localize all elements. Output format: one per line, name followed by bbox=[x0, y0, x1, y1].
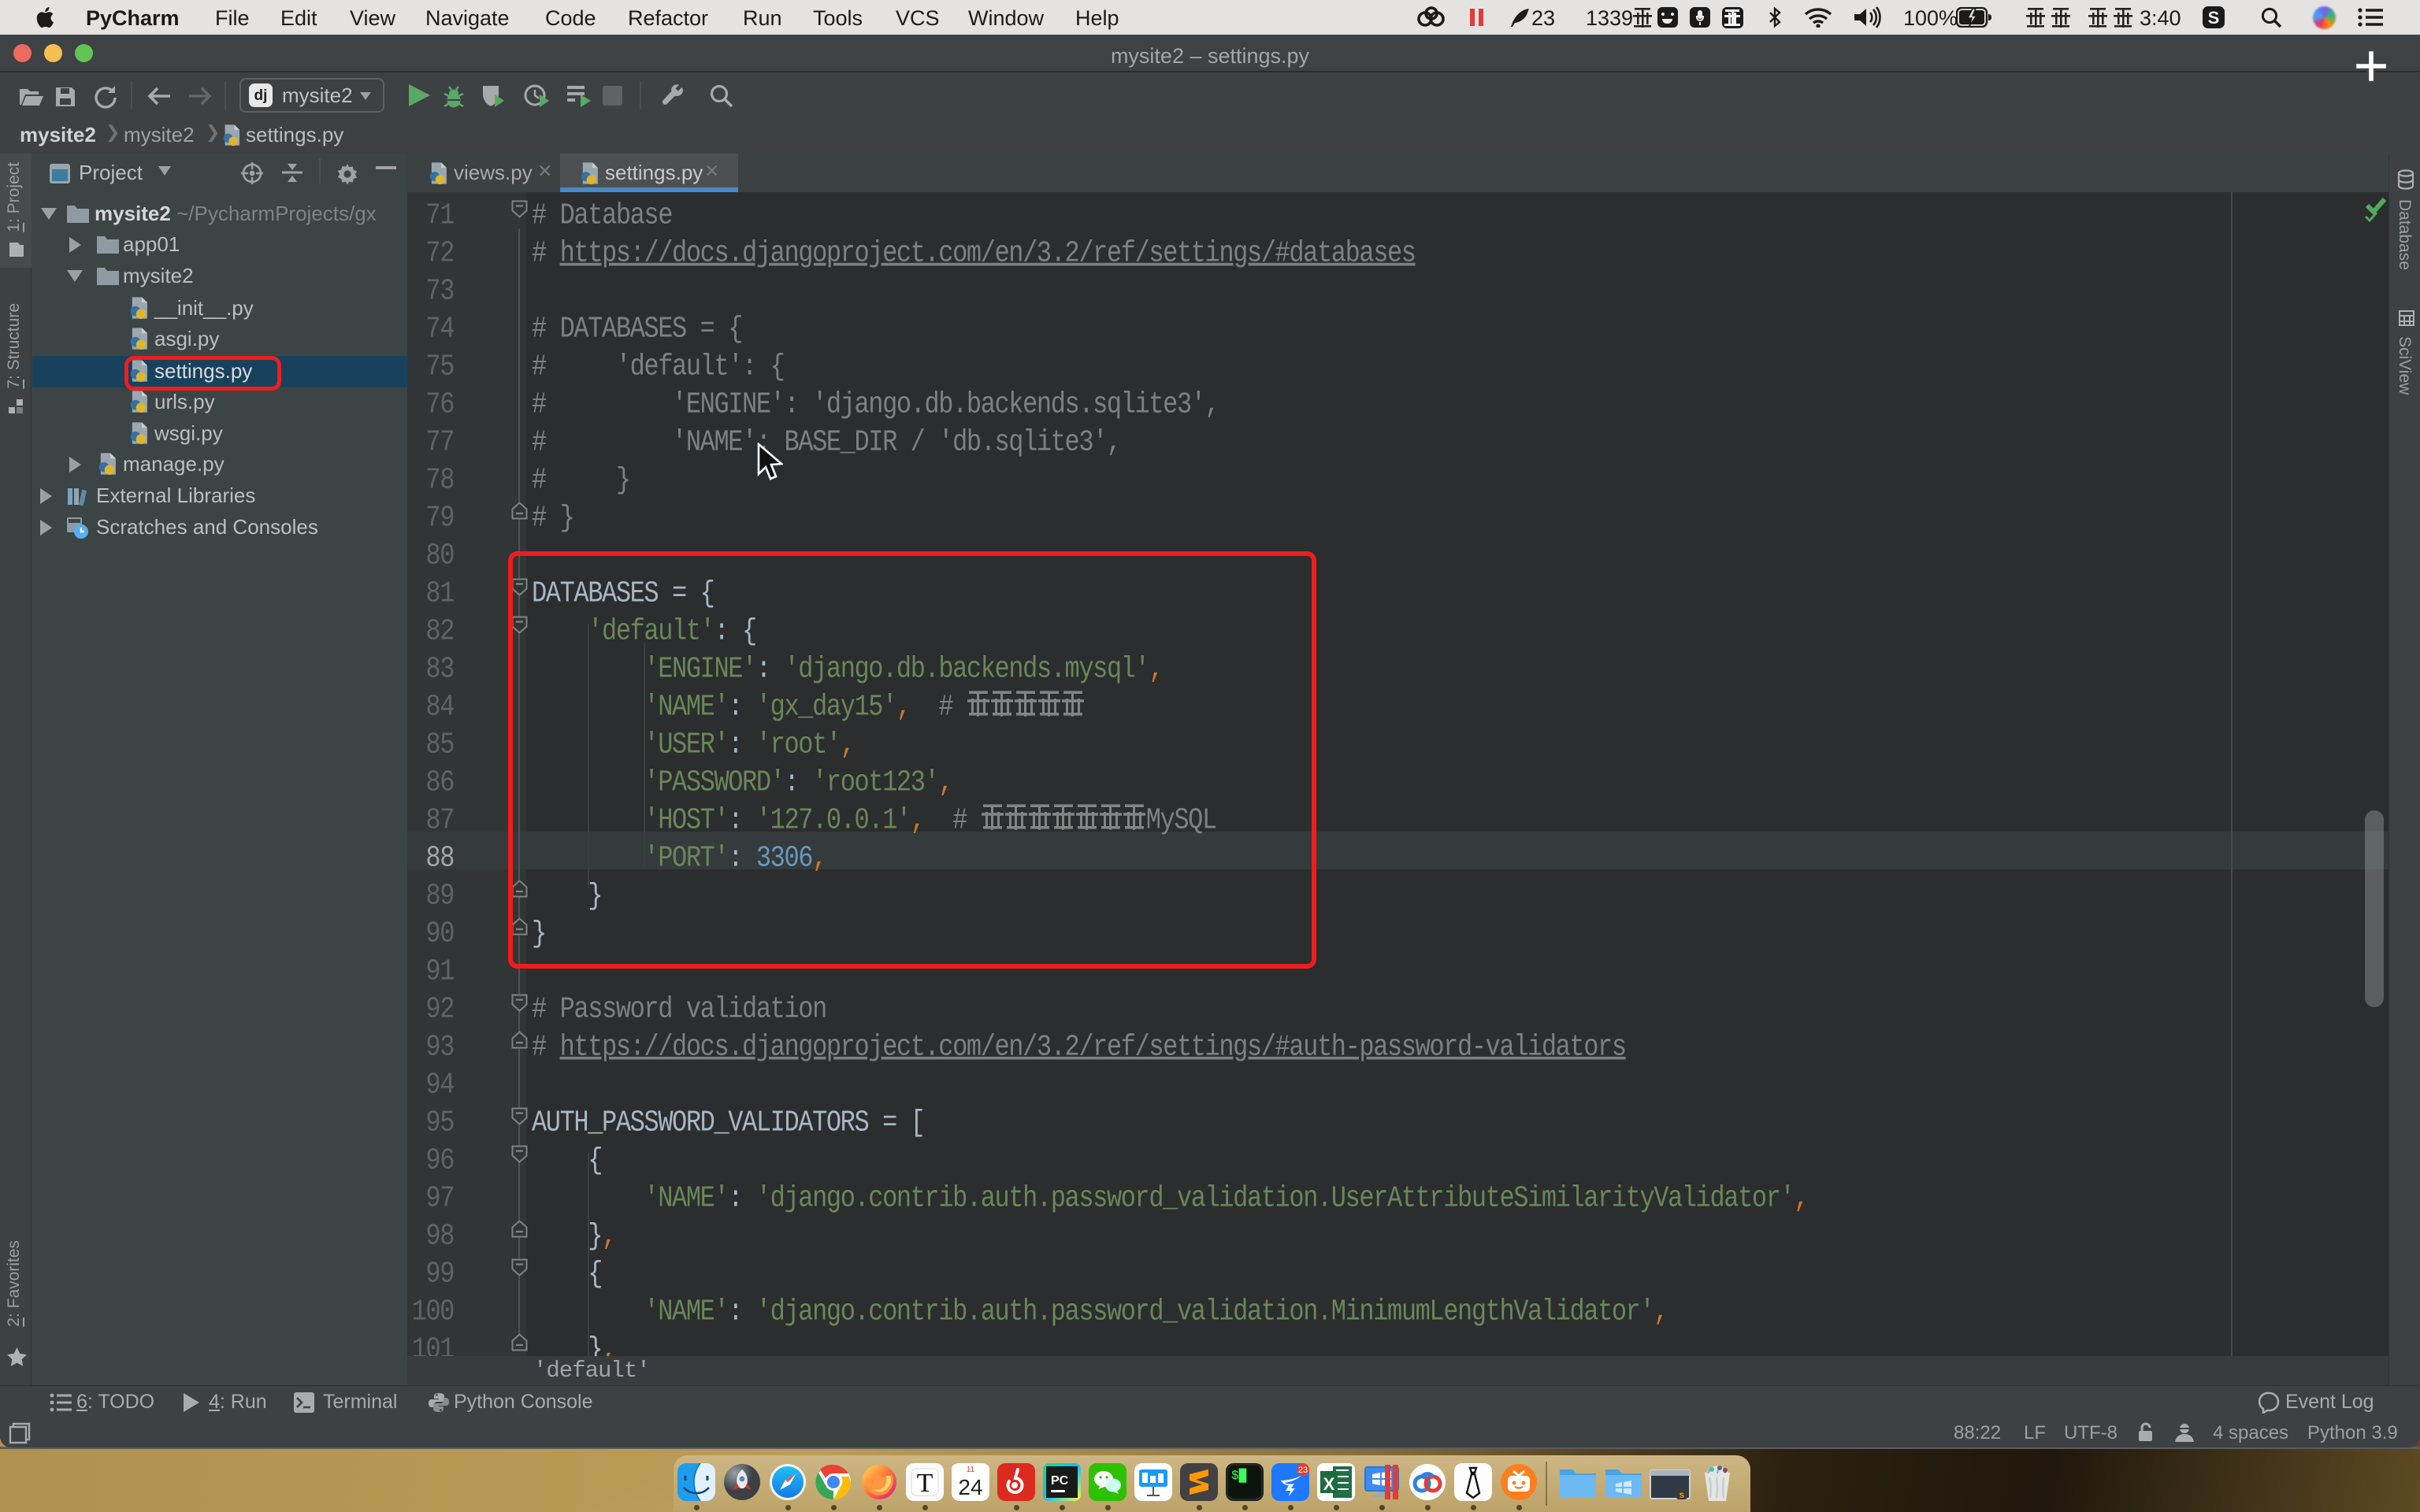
svg-text:24: 24 bbox=[958, 1475, 982, 1499]
svg-text:T: T bbox=[917, 1469, 933, 1498]
svg-text:23: 23 bbox=[1298, 1466, 1308, 1475]
svg-text:X: X bbox=[1323, 1474, 1335, 1494]
svg-text:PC: PC bbox=[1051, 1474, 1069, 1488]
svg-text:s: s bbox=[1680, 1489, 1685, 1499]
svg-text:11: 11 bbox=[967, 1466, 975, 1474]
svg-text:$█: $█ bbox=[1231, 1468, 1247, 1483]
